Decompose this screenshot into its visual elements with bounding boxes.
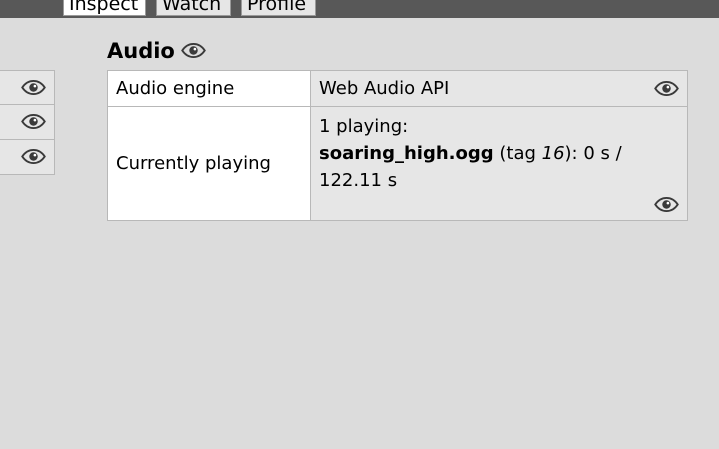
property-value: 1 playing: soaring_high.ogg (tag 16): 0 … bbox=[319, 107, 679, 220]
tab-profile[interactable]: Profile bbox=[241, 0, 316, 16]
section-title-text: Audio bbox=[107, 39, 175, 63]
audio-file-name: soaring_high.ogg bbox=[319, 143, 494, 164]
property-key: Audio engine bbox=[107, 70, 311, 107]
tab-watch[interactable]: Watch bbox=[156, 0, 231, 16]
left-panel-rows bbox=[0, 70, 55, 175]
eye-icon[interactable] bbox=[21, 80, 46, 95]
property-key: Currently playing bbox=[107, 106, 311, 221]
tab-inspect[interactable]: Inspect bbox=[63, 0, 146, 16]
property-value-cell: Web Audio API bbox=[310, 70, 688, 107]
eye-icon[interactable] bbox=[181, 43, 206, 58]
tag-number: 16 bbox=[541, 143, 565, 164]
left-row bbox=[0, 140, 55, 175]
playing-item: soaring_high.ogg (tag 16): 0 s / 122.11 … bbox=[319, 140, 667, 194]
section-title: Audio bbox=[107, 38, 206, 64]
eye-icon[interactable] bbox=[654, 197, 679, 212]
property-value: Web Audio API bbox=[319, 78, 450, 99]
property-value-cell: 1 playing: soaring_high.ogg (tag 16): 0 … bbox=[310, 106, 688, 221]
left-row bbox=[0, 70, 55, 105]
table-row: Currently playing 1 playing: soaring_hig… bbox=[107, 106, 688, 221]
left-row bbox=[0, 105, 55, 140]
playing-count: 1 playing: bbox=[319, 116, 409, 137]
eye-icon[interactable] bbox=[21, 149, 46, 164]
devtools-tab-bar: Inspect Watch Profile bbox=[0, 0, 719, 18]
table-row: Audio engine Web Audio API bbox=[107, 70, 688, 107]
eye-icon[interactable] bbox=[654, 81, 679, 96]
eye-icon[interactable] bbox=[21, 114, 46, 129]
audio-properties-table: Audio engine Web Audio API Currently pla… bbox=[107, 70, 688, 221]
tag-prefix: (tag bbox=[493, 143, 542, 164]
